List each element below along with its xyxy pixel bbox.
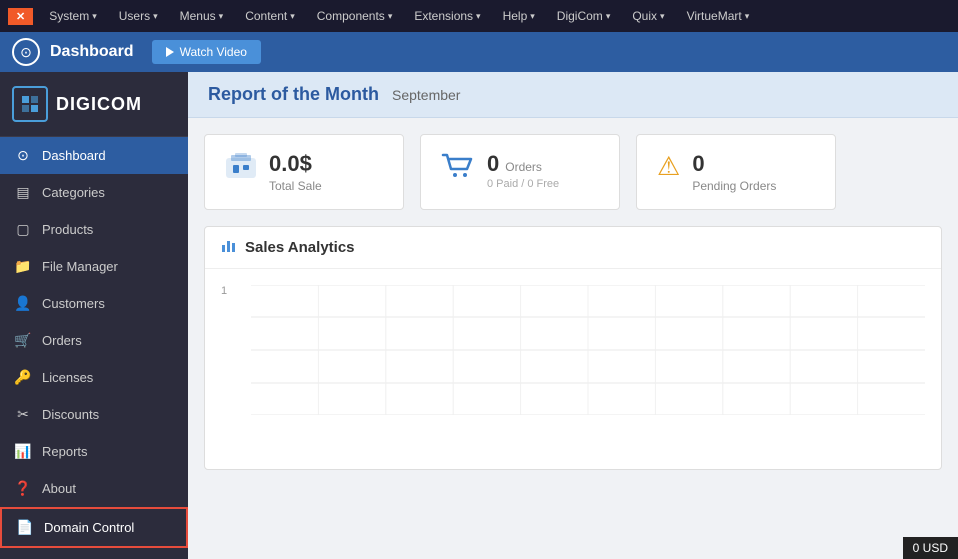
stat-card-orders: 0 Orders 0 Paid / 0 Free [420, 134, 620, 210]
components-arrow: ▾ [388, 11, 393, 22]
play-icon [166, 47, 174, 57]
quix-arrow: ▾ [660, 11, 665, 22]
sidebar-label-about: About [42, 481, 76, 496]
file-manager-icon: 📁 [14, 258, 32, 275]
dashboard-nav-icon: ⊙ [14, 147, 32, 164]
sidebar-label-licenses: Licenses [42, 370, 93, 385]
sidebar-item-domain-control[interactable]: 📄 Domain Control [0, 507, 188, 548]
virtuemart-arrow: ▾ [745, 11, 750, 22]
stat-card-total-sale: 0.0$ Total Sale [204, 134, 404, 210]
nav-content[interactable]: Content ▾ [235, 5, 305, 27]
nav-extensions[interactable]: Extensions ▾ [404, 5, 490, 27]
nav-quix[interactable]: Quix ▾ [622, 5, 674, 27]
analytics-title: Sales Analytics [245, 239, 355, 256]
sidebar-item-file-manager[interactable]: 📁 File Manager [0, 248, 188, 285]
bar-chart-icon [221, 237, 237, 258]
analytics-header: Sales Analytics [205, 227, 941, 269]
stats-row: 0.0$ Total Sale 0 Orders [188, 118, 958, 210]
pending-label: Pending Orders [692, 179, 776, 193]
top-nav: ✕ System ▾ Users ▾ Menus ▾ Content ▾ Com… [0, 0, 958, 32]
system-arrow: ▾ [92, 11, 97, 22]
sidebar-item-dashboard[interactable]: ⊙ Dashboard [0, 137, 188, 174]
pending-value: 0 [692, 151, 776, 177]
analytics-chart: 1 [205, 269, 941, 469]
sidebar-label-dashboard: Dashboard [42, 148, 106, 163]
sidebar-label-domain-control: Domain Control [44, 520, 134, 535]
nav-components[interactable]: Components ▾ [307, 5, 403, 27]
sidebar-item-licenses[interactable]: 🔑 Licenses [0, 359, 188, 396]
logo-icon [12, 86, 48, 122]
sidebar: DIGICOM ⊙ Dashboard ▤ Categories ▢ Produ… [0, 72, 188, 559]
sidebar-item-categories[interactable]: ▤ Categories [0, 174, 188, 211]
sidebar-label-customers: Customers [42, 296, 105, 311]
watch-video-button[interactable]: Watch Video [152, 40, 261, 64]
usd-badge: 0 USD [903, 537, 958, 559]
sidebar-item-discounts[interactable]: ✂ Discounts [0, 396, 188, 433]
content-area: Report of the Month September 0.0$ [188, 72, 958, 559]
dashboard-icon: ⊙ [12, 38, 40, 66]
joomla-icon[interactable]: ✕ [8, 8, 33, 25]
help-arrow: ▾ [530, 11, 535, 22]
nav-help[interactable]: Help ▾ [493, 5, 545, 27]
orders-label: Orders [505, 160, 542, 174]
sidebar-item-download-control[interactable]: ⬇ DownloadControl [0, 548, 188, 559]
report-month: September [392, 87, 460, 103]
content-arrow: ▾ [290, 11, 295, 22]
categories-icon: ▤ [14, 184, 32, 201]
total-sale-info: 0.0$ Total Sale [269, 151, 322, 193]
pending-icon: ⚠ [657, 151, 680, 182]
sidebar-item-reports[interactable]: 📊 Reports [0, 433, 188, 470]
nav-digicom[interactable]: DigiCom ▾ [547, 5, 621, 27]
stat-card-pending: ⚠ 0 Pending Orders [636, 134, 836, 210]
sidebar-label-products: Products [42, 222, 93, 237]
currency-value: 0 USD [913, 541, 948, 555]
report-header: Report of the Month September [188, 72, 958, 118]
analytics-section: Sales Analytics 1 [204, 226, 942, 470]
pending-info: 0 Pending Orders [692, 151, 776, 193]
nav-menus[interactable]: Menus ▾ [170, 5, 234, 27]
digicom-arrow: ▾ [606, 11, 611, 22]
nav-users[interactable]: Users ▾ [109, 5, 168, 27]
sidebar-label-file-manager: File Manager [42, 259, 118, 274]
sidebar-label-categories: Categories [42, 185, 105, 200]
dashboard-title: Dashboard [50, 43, 134, 61]
orders-stat-icon [441, 151, 475, 186]
about-icon: ❓ [14, 480, 32, 497]
sidebar-item-products[interactable]: ▢ Products [0, 211, 188, 248]
discounts-icon: ✂ [14, 406, 32, 423]
sidebar-item-about[interactable]: ❓ About [0, 470, 188, 507]
sidebar-label-reports: Reports [42, 444, 88, 459]
orders-value: 0 [487, 151, 499, 177]
orders-stat-info: 0 Orders 0 Paid / 0 Free [487, 151, 559, 190]
domain-control-icon: 📄 [16, 519, 34, 536]
licenses-icon: 🔑 [14, 369, 32, 386]
sidebar-item-customers[interactable]: 👤 Customers [0, 285, 188, 322]
report-title: Report of the Month [208, 84, 379, 104]
main-layout: DIGICOM ⊙ Dashboard ▤ Categories ▢ Produ… [0, 72, 958, 559]
extensions-arrow: ▾ [476, 11, 481, 22]
total-sale-icon [225, 151, 257, 186]
sidebar-label-orders: Orders [42, 333, 82, 348]
sidebar-label-discounts: Discounts [42, 407, 99, 422]
customers-icon: 👤 [14, 295, 32, 312]
reports-icon: 📊 [14, 443, 32, 460]
second-bar: ⊙ Dashboard Watch Video [0, 32, 958, 72]
sidebar-nav: ⊙ Dashboard ▤ Categories ▢ Products 📁 Fi… [0, 137, 188, 559]
sidebar-item-orders[interactable]: 🛒 Orders [0, 322, 188, 359]
total-sale-value: 0.0$ [269, 151, 322, 177]
products-icon: ▢ [14, 221, 32, 238]
sidebar-logo: DIGICOM [0, 72, 188, 137]
nav-system[interactable]: System ▾ [39, 5, 107, 27]
orders-sublabel: 0 Paid / 0 Free [487, 178, 559, 190]
users-arrow: ▾ [153, 11, 158, 22]
chart-y-label: 1 [221, 285, 227, 297]
logo-text: DIGICOM [56, 94, 142, 115]
orders-icon: 🛒 [14, 332, 32, 349]
nav-virtuemart[interactable]: VirtueMart ▾ [677, 5, 760, 27]
total-sale-label: Total Sale [269, 179, 322, 193]
menus-arrow: ▾ [219, 11, 224, 22]
